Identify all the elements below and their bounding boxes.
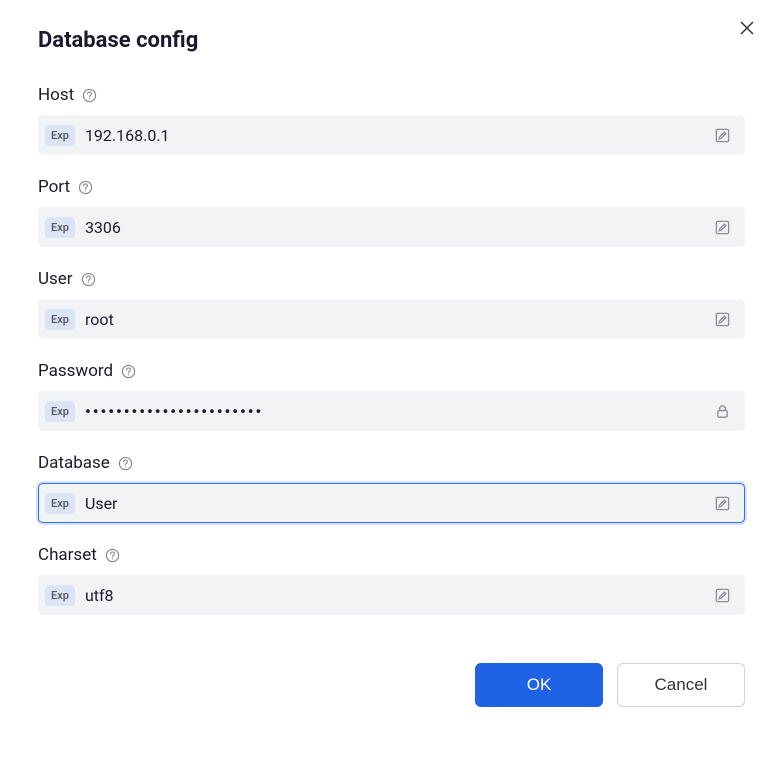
password-label: Password [38, 361, 113, 381]
user-input[interactable] [75, 300, 712, 338]
edit-icon[interactable] [712, 125, 732, 145]
field-label-row: Charset [38, 545, 745, 565]
edit-icon[interactable] [712, 493, 732, 513]
help-icon[interactable] [78, 180, 93, 195]
help-icon[interactable] [118, 456, 133, 471]
field-database: Database Exp [38, 453, 745, 523]
exp-tag: Exp [45, 493, 75, 514]
host-input[interactable] [75, 116, 712, 154]
edit-icon[interactable] [712, 217, 732, 237]
dialog-title: Database config [38, 28, 745, 53]
user-label: User [38, 269, 73, 289]
port-input[interactable] [75, 208, 712, 246]
close-button[interactable] [737, 20, 757, 40]
help-icon[interactable] [121, 364, 136, 379]
field-password: Password Exp [38, 361, 745, 431]
cancel-button[interactable]: Cancel [617, 663, 745, 707]
field-host: Host Exp [38, 85, 745, 155]
password-input-wrapper: Exp [38, 391, 745, 431]
field-label-row: User [38, 269, 745, 289]
close-icon [739, 20, 755, 40]
field-port: Port Exp [38, 177, 745, 247]
database-input[interactable] [75, 484, 712, 522]
database-input-wrapper: Exp [38, 483, 745, 523]
charset-input[interactable] [75, 576, 712, 614]
database-config-dialog: Database config Host Exp Port Exp [0, 0, 783, 727]
help-icon[interactable] [81, 272, 96, 287]
help-icon[interactable] [105, 548, 120, 563]
field-charset: Charset Exp [38, 545, 745, 615]
field-label-row: Password [38, 361, 745, 381]
exp-tag: Exp [45, 585, 75, 606]
exp-tag: Exp [45, 401, 75, 422]
help-icon[interactable] [82, 88, 97, 103]
charset-input-wrapper: Exp [38, 575, 745, 615]
host-label: Host [38, 85, 74, 105]
password-input[interactable] [75, 392, 712, 430]
edit-icon[interactable] [712, 309, 732, 329]
lock-icon[interactable] [712, 401, 732, 421]
port-label: Port [38, 177, 70, 197]
database-label: Database [38, 453, 110, 473]
field-label-row: Port [38, 177, 745, 197]
user-input-wrapper: Exp [38, 299, 745, 339]
host-input-wrapper: Exp [38, 115, 745, 155]
ok-button[interactable]: OK [475, 663, 603, 707]
exp-tag: Exp [45, 309, 75, 330]
dialog-button-row: OK Cancel [38, 663, 745, 707]
port-input-wrapper: Exp [38, 207, 745, 247]
field-label-row: Database [38, 453, 745, 473]
edit-icon[interactable] [712, 585, 732, 605]
field-label-row: Host [38, 85, 745, 105]
field-user: User Exp [38, 269, 745, 339]
charset-label: Charset [38, 545, 97, 565]
exp-tag: Exp [45, 217, 75, 238]
exp-tag: Exp [45, 125, 75, 146]
